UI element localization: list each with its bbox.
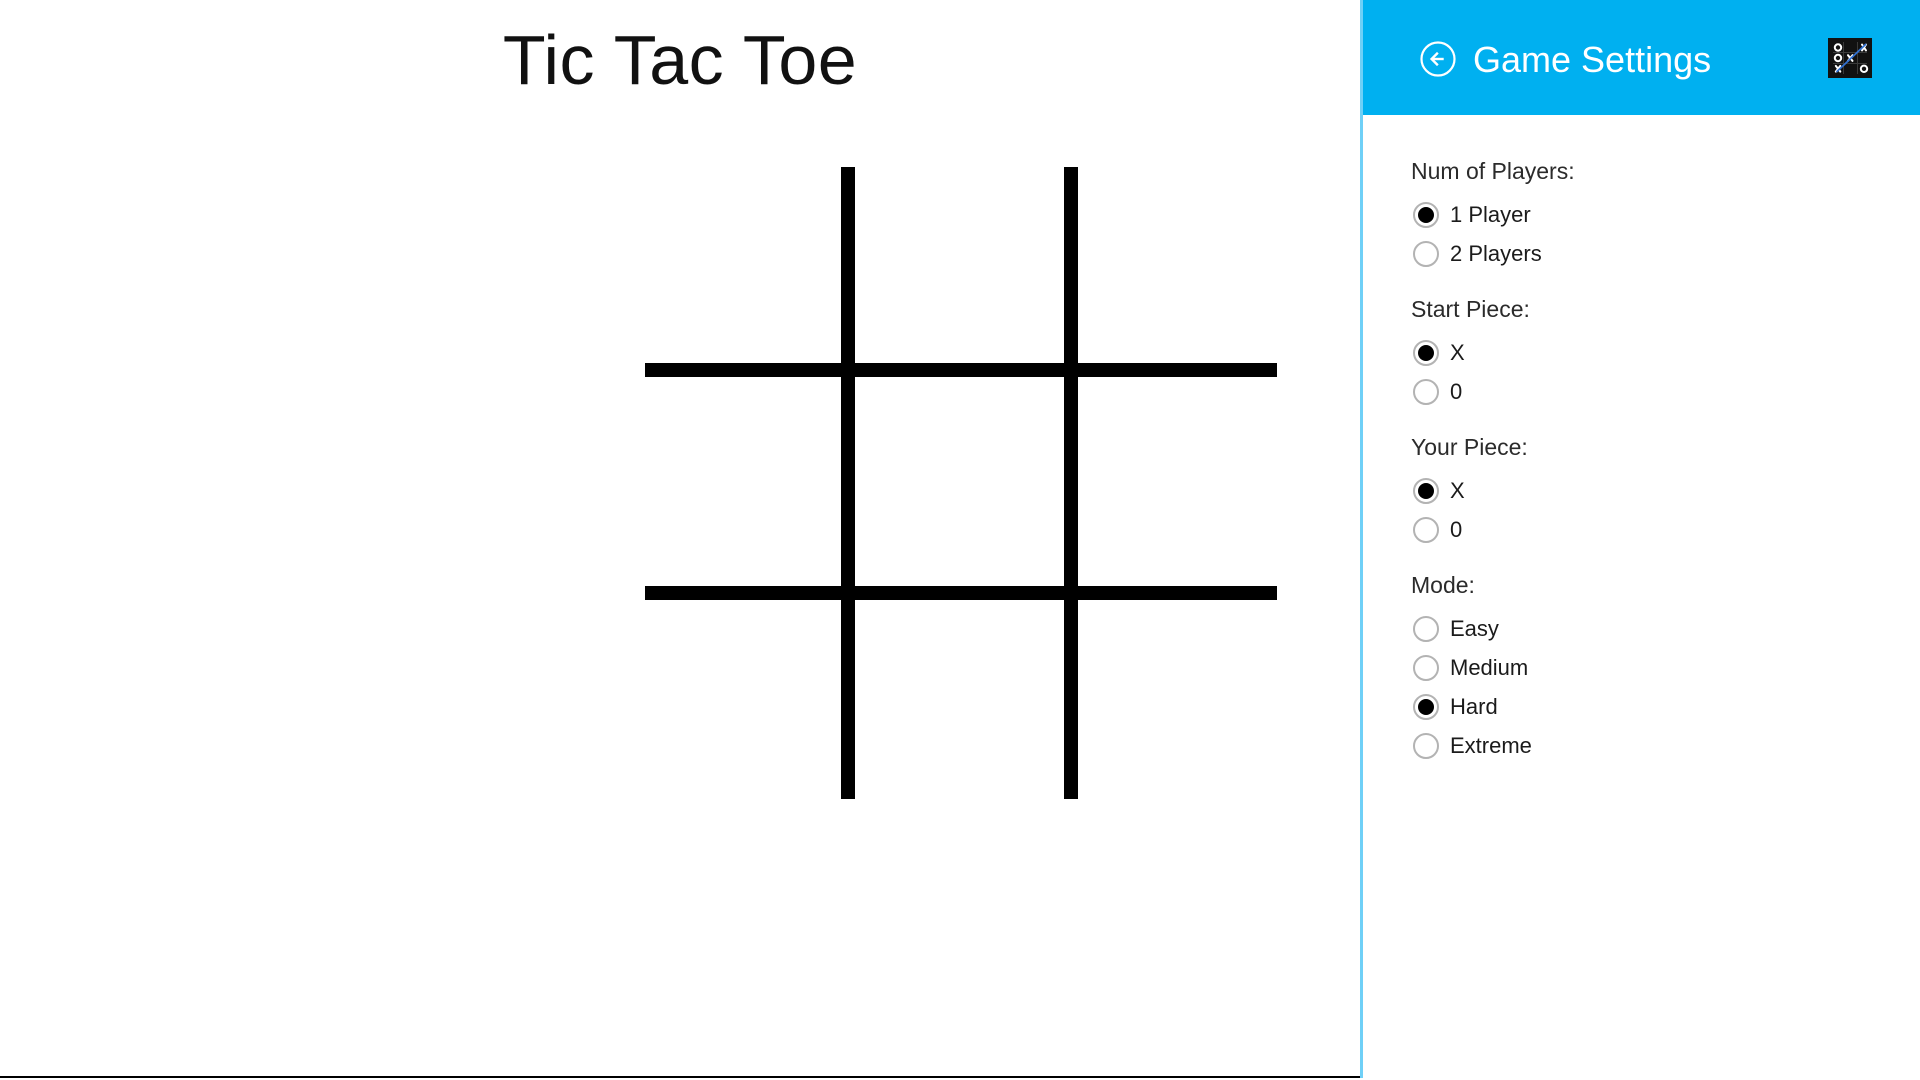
radio-indicator-icon[interactable]	[1413, 732, 1439, 759]
radio-option-start-piece-x[interactable]: X	[1411, 333, 1920, 372]
board-cell[interactable]	[855, 167, 1051, 363]
radio-label: Hard	[1450, 693, 1498, 719]
radio-option-your-piece-o[interactable]: 0	[1411, 510, 1920, 549]
group-label-your-piece: Your Piece:	[1411, 434, 1528, 460]
board-cell[interactable]	[645, 377, 841, 573]
board-cell[interactable]	[645, 600, 841, 796]
radio-label: 0	[1450, 378, 1463, 404]
radio-indicator-icon[interactable]	[1413, 615, 1439, 642]
back-arrow-icon[interactable]	[1419, 40, 1457, 78]
radio-label: 0	[1450, 516, 1463, 542]
board-cell[interactable]	[855, 377, 1051, 573]
panel-title: Game Settings	[1473, 39, 1712, 80]
board-horizontal-line-2	[645, 586, 1277, 600]
app-root: Tic Tac Toe Game Settings Num of Players…	[0, 0, 1920, 1080]
radio-indicator-icon[interactable]	[1413, 201, 1439, 228]
radio-indicator-icon[interactable]	[1413, 693, 1439, 720]
radio-label: Extreme	[1450, 732, 1532, 758]
radio-indicator-icon[interactable]	[1413, 654, 1439, 681]
radio-option-mode-hard[interactable]: Hard	[1411, 687, 1920, 726]
tic-tac-toe-board	[645, 167, 1277, 799]
radio-label: Medium	[1450, 654, 1529, 680]
group-label-mode: Mode:	[1411, 572, 1475, 598]
radio-indicator-icon[interactable]	[1413, 516, 1439, 543]
group-label-start-piece: Start Piece:	[1411, 296, 1530, 322]
board-cell[interactable]	[855, 600, 1051, 796]
radio-label: 2 Players	[1450, 240, 1542, 266]
board-vertical-line-1	[841, 167, 855, 799]
settings-panel-header: Game Settings	[1363, 0, 1920, 115]
radio-label: X	[1450, 339, 1465, 365]
radio-indicator-icon[interactable]	[1413, 378, 1439, 405]
settings-group-start-piece: Start Piece: X 0	[1363, 295, 1920, 411]
tic-tac-toe-app-tile-icon	[1828, 38, 1872, 78]
radio-indicator-icon[interactable]	[1413, 240, 1439, 267]
board-vertical-line-2	[1064, 167, 1078, 799]
board-cell[interactable]	[645, 167, 841, 363]
radio-option-mode-extreme[interactable]: Extreme	[1411, 726, 1920, 765]
settings-panel-body: Num of Players: 1 Player 2 Players Start…	[1363, 115, 1920, 765]
radio-option-mode-medium[interactable]: Medium	[1411, 648, 1920, 687]
settings-group-num-of-players: Num of Players: 1 Player 2 Players	[1363, 157, 1920, 273]
radio-option-start-piece-o[interactable]: 0	[1411, 372, 1920, 411]
radio-option-your-piece-x[interactable]: X	[1411, 471, 1920, 510]
board-horizontal-line-1	[645, 363, 1277, 377]
radio-indicator-icon[interactable]	[1413, 477, 1439, 504]
radio-label: Easy	[1450, 615, 1499, 641]
game-settings-panel: Game Settings Num of Players: 1 Player 2…	[1360, 0, 1920, 1078]
settings-group-your-piece: Your Piece: X 0	[1363, 433, 1920, 549]
settings-group-mode: Mode: Easy Medium Hard Extreme	[1363, 571, 1920, 765]
radio-label: X	[1450, 477, 1465, 503]
board-cell[interactable]	[1078, 600, 1274, 796]
radio-option-1-player[interactable]: 1 Player	[1411, 195, 1920, 234]
group-label-num-of-players: Num of Players:	[1411, 158, 1575, 184]
board-cell[interactable]	[1078, 377, 1274, 573]
radio-option-2-players[interactable]: 2 Players	[1411, 234, 1920, 273]
game-area: Tic Tac Toe	[0, 0, 1360, 1078]
board-cell[interactable]	[1078, 167, 1274, 363]
radio-option-mode-easy[interactable]: Easy	[1411, 609, 1920, 648]
radio-indicator-icon[interactable]	[1413, 339, 1439, 366]
page-title: Tic Tac Toe	[502, 21, 858, 99]
radio-label: 1 Player	[1450, 201, 1531, 227]
